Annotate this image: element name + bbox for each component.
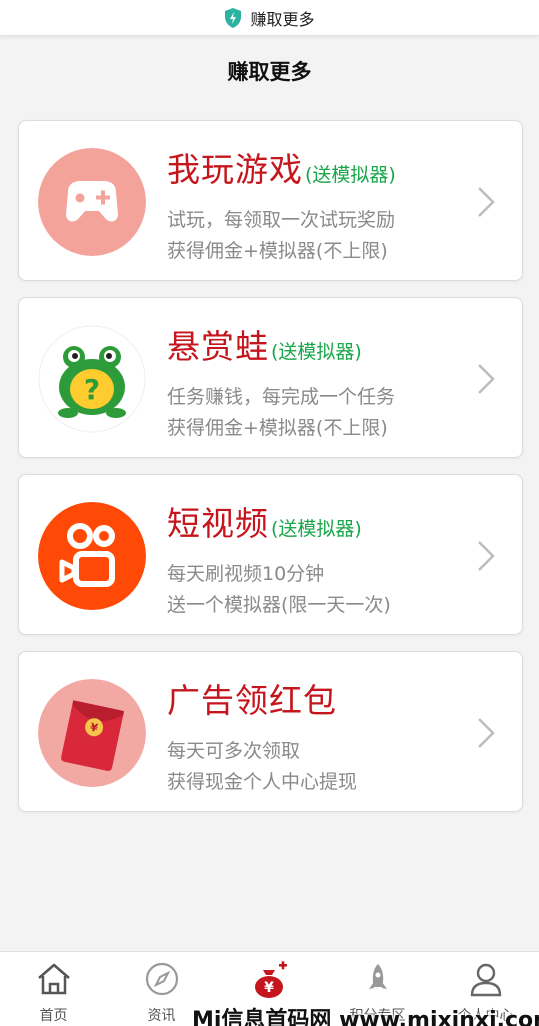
- home-icon: [38, 963, 70, 995]
- svg-text:?: ?: [84, 373, 100, 406]
- card-tag: (送模拟器): [305, 164, 396, 186]
- user-icon: [470, 963, 502, 997]
- card-desc-line2: 获得现金个人中心提现: [167, 771, 358, 793]
- card-tag: (送模拟器): [271, 518, 362, 540]
- card-desc-line1: 每天可多次领取: [167, 740, 301, 762]
- video-camera-icon: [38, 502, 146, 610]
- card-ad-red-envelope[interactable]: ¥ 广告领红包 每天可多次领取 获得现金个人中心提现: [18, 651, 523, 812]
- card-title: 短视频: [167, 504, 269, 543]
- card-title: 广告领红包: [167, 681, 337, 720]
- top-bar-title: 赚取更多: [250, 9, 315, 29]
- nav-home[interactable]: 首页: [0, 952, 107, 1026]
- card-tag: (送模拟器): [271, 341, 362, 363]
- svg-text:¥: ¥: [264, 980, 274, 996]
- money-bag-icon: ¥: [255, 961, 287, 998]
- card-play-games[interactable]: 我玩游戏 (送模拟器) 试玩，每领取一次试玩奖励 获得佣金+模拟器(不上限): [18, 120, 523, 281]
- card-desc-line2: 获得佣金+模拟器(不上限): [167, 240, 388, 262]
- red-envelope-icon: ¥: [38, 679, 146, 787]
- shield-icon: [224, 7, 242, 28]
- card-desc-line1: 试玩，每领取一次试玩奖励: [167, 209, 396, 231]
- card-desc-line1: 任务赚钱，每完成一个任务: [167, 386, 396, 408]
- nav-home-label: 首页: [39, 1008, 68, 1024]
- chevron-right-icon: [478, 187, 495, 217]
- rocket-icon: [369, 964, 387, 989]
- chevron-right-icon: [478, 718, 495, 748]
- watermark-text: Mi信息首码网 www.mixinxi.com: [192, 1008, 539, 1026]
- frog-icon: ?: [38, 325, 146, 433]
- gamepad-icon: [38, 148, 146, 256]
- card-desc-line1: 每天刷视频10分钟: [167, 563, 325, 585]
- card-reward-frog[interactable]: ? 悬赏蛙 (送模拟器) 任务赚钱，每完成一个任务 获得佣金+模拟器(不上限): [18, 297, 523, 458]
- card-title: 我玩游戏: [167, 150, 303, 189]
- card-title: 悬赏蛙: [167, 327, 269, 366]
- chevron-right-icon: [478, 364, 495, 394]
- card-desc-line2: 获得佣金+模拟器(不上限): [167, 417, 388, 439]
- card-short-video[interactable]: 短视频 (送模拟器) 每天刷视频10分钟 送一个模拟器(限一天一次): [18, 474, 523, 635]
- card-desc-line2: 送一个模拟器(限一天一次): [167, 594, 391, 616]
- compass-icon: [145, 962, 179, 996]
- chevron-right-icon: [478, 541, 495, 571]
- top-bar: 赚取更多: [0, 0, 539, 36]
- page-title: 赚取更多: [227, 60, 312, 84]
